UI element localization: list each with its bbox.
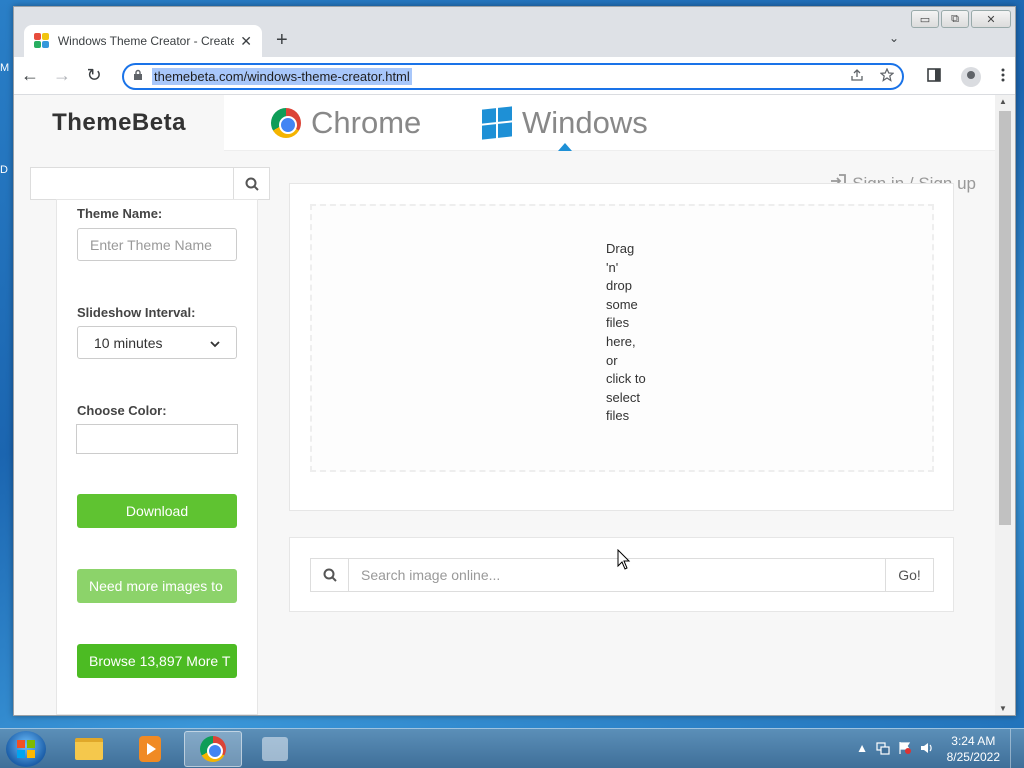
volume-icon[interactable] bbox=[920, 741, 934, 758]
nav-item-windows[interactable]: Windows bbox=[482, 105, 648, 141]
desktop-icon-label: D bbox=[0, 164, 8, 176]
site-search-input[interactable] bbox=[31, 168, 233, 199]
browse-themes-button[interactable]: Browse 13,897 More T bbox=[77, 644, 237, 678]
windows-logo-icon bbox=[482, 106, 512, 140]
start-button[interactable] bbox=[6, 731, 46, 767]
lock-icon[interactable] bbox=[124, 69, 152, 84]
media-player-icon bbox=[139, 736, 161, 762]
file-dropzone[interactable]: Drag 'n' drop some files here, or click … bbox=[310, 204, 934, 472]
slideshow-interval-label: Slideshow Interval: bbox=[77, 305, 196, 320]
tab-search-icon[interactable]: ⌄ bbox=[889, 31, 899, 45]
web-page: ThemeBeta Chrome Windows Theme Name: Ent… bbox=[14, 95, 996, 715]
side-panel-icon[interactable] bbox=[927, 68, 941, 86]
show-hidden-icons-icon[interactable]: ▲ bbox=[856, 741, 868, 758]
system-tray: ▲ bbox=[856, 741, 934, 758]
more-images-button[interactable]: Need more images to bbox=[77, 569, 237, 603]
color-picker-input[interactable] bbox=[76, 424, 238, 454]
theme-name-input[interactable]: Enter Theme Name bbox=[77, 228, 237, 261]
clock-time: 3:24 AM bbox=[951, 734, 996, 748]
nav-label: Windows bbox=[522, 105, 648, 140]
browser-toolbar: ← → ↻ themebeta.com/windows-theme-creato… bbox=[14, 57, 1015, 95]
theme-options-panel: Theme Name: Enter Theme Name Slideshow I… bbox=[56, 199, 258, 715]
nav-label: Chrome bbox=[311, 105, 422, 140]
new-tab-button[interactable]: + bbox=[276, 29, 288, 52]
taskbar: ▲ 3:24 AM 8/25/2022 bbox=[0, 728, 1024, 768]
tab-close-icon[interactable]: ✕ bbox=[240, 33, 252, 50]
share-icon[interactable] bbox=[850, 68, 864, 85]
chrome-logo-icon bbox=[271, 108, 301, 138]
search-icon[interactable] bbox=[233, 168, 269, 199]
vertical-scrollbar[interactable]: ▲ ▼ bbox=[995, 95, 1015, 715]
tab-strip: Windows Theme Creator - Create ✕ + ⌄ bbox=[14, 7, 1015, 57]
folder-icon bbox=[75, 738, 103, 760]
theme-name-label: Theme Name: bbox=[77, 206, 163, 221]
taskbar-chrome[interactable] bbox=[184, 731, 242, 767]
taskbar-paint[interactable] bbox=[246, 731, 304, 767]
browser-window: ▭ ⧉ ✕ Windows Theme Creator - Create ✕ +… bbox=[13, 6, 1016, 716]
chevron-down-icon bbox=[210, 335, 220, 351]
active-nav-indicator bbox=[558, 143, 572, 151]
forward-button[interactable]: → bbox=[46, 65, 78, 86]
menu-kebab-icon[interactable] bbox=[1001, 68, 1005, 86]
slideshow-interval-select[interactable]: 10 minutes bbox=[77, 326, 237, 359]
clock[interactable]: 3:24 AM 8/25/2022 bbox=[947, 733, 1000, 765]
go-button[interactable]: Go! bbox=[885, 559, 933, 591]
tab-title: Windows Theme Creator - Create bbox=[57, 34, 235, 48]
select-value: 10 minutes bbox=[94, 334, 163, 351]
palette-icon bbox=[34, 33, 50, 49]
site-logo[interactable]: ThemeBeta bbox=[14, 95, 224, 151]
profile-avatar[interactable] bbox=[961, 67, 981, 87]
search-icon bbox=[311, 559, 349, 591]
network-icon[interactable] bbox=[876, 741, 890, 758]
scroll-thumb[interactable] bbox=[999, 111, 1011, 525]
url-text[interactable]: themebeta.com/windows-theme-creator.html bbox=[152, 68, 412, 85]
show-desktop-button[interactable] bbox=[1010, 729, 1024, 768]
browser-tab[interactable]: Windows Theme Creator - Create ✕ bbox=[24, 25, 262, 57]
chrome-icon bbox=[200, 736, 226, 762]
scroll-up-icon[interactable]: ▲ bbox=[999, 97, 1007, 106]
nav-item-chrome[interactable]: Chrome bbox=[271, 105, 421, 141]
paint-icon bbox=[262, 737, 288, 761]
back-button[interactable]: ← bbox=[14, 65, 46, 86]
site-search bbox=[30, 167, 270, 200]
address-bar[interactable]: themebeta.com/windows-theme-creator.html bbox=[122, 63, 904, 90]
windows-flag-icon bbox=[17, 740, 35, 758]
scroll-down-icon[interactable]: ▼ bbox=[999, 704, 1007, 713]
action-center-flag-icon[interactable] bbox=[898, 741, 912, 758]
site-header: ThemeBeta Chrome Windows bbox=[14, 95, 996, 151]
upload-card: Drag 'n' drop some files here, or click … bbox=[289, 183, 954, 511]
dropzone-text: Drag 'n' drop some files here, or click … bbox=[606, 241, 646, 424]
taskbar-explorer[interactable] bbox=[60, 731, 118, 767]
download-button[interactable]: Download bbox=[77, 494, 237, 528]
taskbar-media-player[interactable] bbox=[121, 731, 179, 767]
mouse-cursor-icon bbox=[617, 549, 631, 570]
reload-button[interactable]: ↻ bbox=[78, 65, 110, 86]
choose-color-label: Choose Color: bbox=[77, 403, 167, 418]
bookmark-star-icon[interactable] bbox=[879, 67, 895, 85]
clock-date: 8/25/2022 bbox=[946, 750, 1000, 764]
desktop-icon-label: M bbox=[0, 62, 10, 74]
